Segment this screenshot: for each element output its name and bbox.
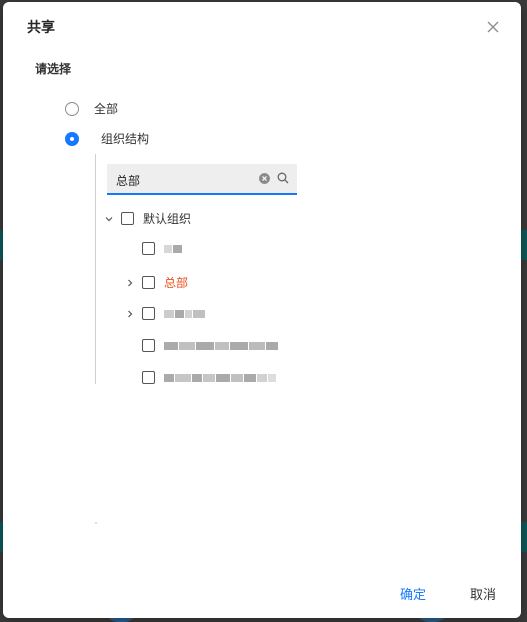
tree-node-label: 默认组织: [143, 212, 192, 226]
tree-guide-line: [95, 154, 96, 384]
search-input[interactable]: 总部: [116, 172, 140, 189]
dialog-title: 共享: [27, 20, 55, 36]
tree-node[interactable]: [124, 371, 276, 384]
tree-node[interactable]: [124, 307, 205, 320]
radio-button-selected[interactable]: [65, 131, 79, 146]
section-label: 请选择: [35, 62, 72, 76]
chevron-right-icon[interactable]: [124, 308, 136, 320]
checkbox[interactable]: [121, 212, 134, 225]
cancel-button[interactable]: 取消: [470, 584, 496, 603]
tree-node-root[interactable]: 默认组织: [103, 210, 191, 227]
redacted-label: [164, 373, 276, 382]
radio-option-all[interactable]: 全部: [65, 100, 118, 117]
radio-label: 组织结构: [101, 132, 150, 146]
org-search-field[interactable]: 总部: [107, 164, 297, 195]
chevron-down-icon[interactable]: [103, 213, 115, 225]
checkbox[interactable]: [142, 371, 155, 384]
checkbox[interactable]: [142, 307, 155, 320]
search-icon[interactable]: [277, 172, 289, 184]
redacted-label: [164, 309, 205, 318]
tree-node[interactable]: [124, 339, 278, 352]
tree-node[interactable]: [124, 242, 182, 255]
clear-icon[interactable]: [259, 173, 270, 184]
confirm-button[interactable]: 确定: [400, 584, 426, 603]
redacted-label: [164, 244, 182, 253]
close-icon[interactable]: [485, 19, 501, 35]
checkbox[interactable]: [142, 242, 155, 255]
radio-option-org-structure[interactable]: 组织结构: [65, 130, 149, 147]
redacted-label: [164, 341, 278, 350]
radio-button[interactable]: [65, 101, 79, 116]
radio-label: 全部: [94, 102, 119, 116]
checkbox[interactable]: [142, 339, 155, 352]
checkbox[interactable]: [142, 276, 155, 289]
tree-node-headquarters[interactable]: 总部: [124, 274, 188, 291]
share-dialog: 共享 请选择 全部 组织结构 总部 默认组织 总部 确定 取消: [3, 2, 521, 618]
chevron-right-icon[interactable]: [124, 277, 136, 289]
tree-node-label: 总部: [164, 276, 189, 290]
